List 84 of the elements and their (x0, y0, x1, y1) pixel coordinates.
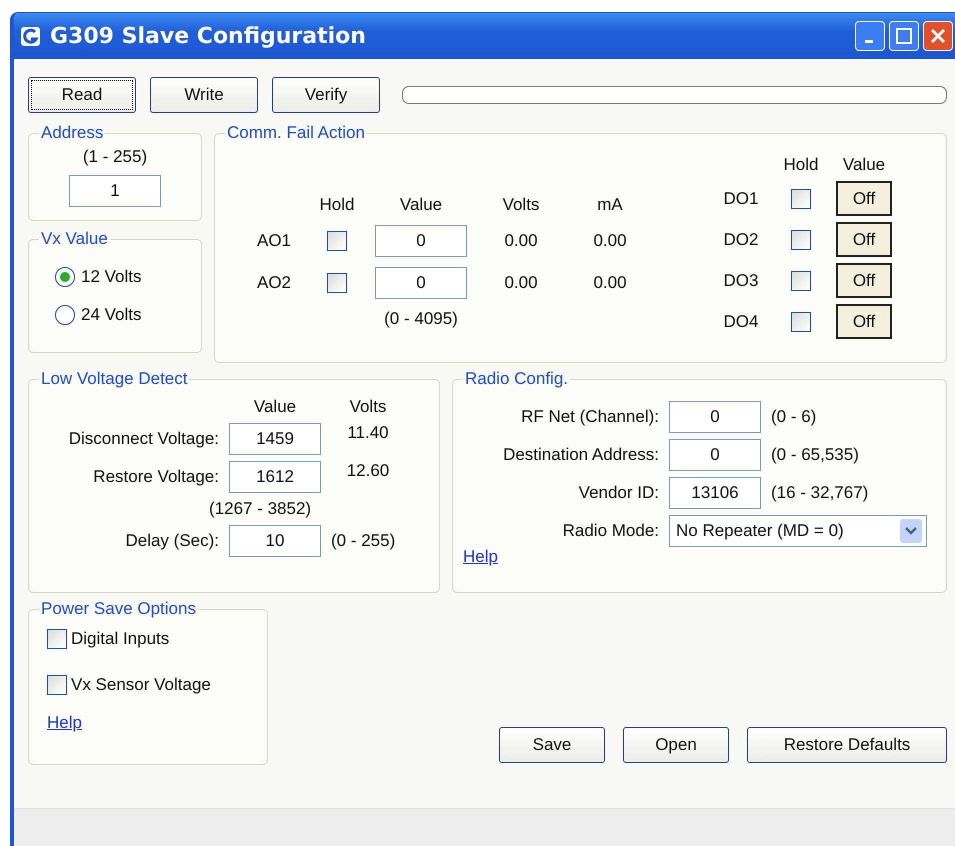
checkbox[interactable] (47, 675, 67, 695)
radio-mode-dropdown[interactable]: No Repeater (MD = 0) (669, 515, 927, 547)
field-label: Delay (Sec): (125, 531, 219, 551)
checkbox[interactable] (791, 230, 811, 250)
range-label: (16 - 32,767) (771, 483, 870, 503)
group-title: Comm. Fail Action (226, 123, 366, 143)
checkbox[interactable] (791, 188, 811, 208)
field-label: Destination Address: (503, 445, 659, 465)
ma-value: 0.00 (593, 231, 627, 251)
column-header: Value (400, 195, 442, 215)
help-link[interactable]: Help (463, 547, 498, 567)
row-label: AO1 (256, 231, 292, 251)
range-label: (0 - 6) (771, 407, 818, 427)
range-label: (1267 - 3852) (209, 499, 312, 519)
value-field[interactable]: 0 (375, 267, 467, 299)
toggle-button[interactable]: Off (836, 304, 892, 339)
help-link[interactable]: Help (47, 713, 82, 733)
field-label: Restore Voltage: (93, 467, 219, 487)
column-header: Value (252, 397, 298, 417)
range-label: (0 - 4095) (384, 309, 458, 329)
value-field[interactable]: 0 (669, 401, 761, 433)
maximize-icon (896, 28, 912, 44)
value-field[interactable]: 1459 (229, 423, 321, 455)
row-label: DO3 (724, 270, 758, 290)
volts-value: 12.60 (346, 461, 390, 481)
app-icon (20, 25, 42, 47)
group-title: Address (40, 123, 104, 143)
column-header: mA (597, 195, 623, 215)
field-label: Disconnect Voltage: (68, 429, 219, 449)
radio-button[interactable] (55, 305, 75, 325)
option-label: Vx Sensor Voltage (71, 675, 211, 695)
group-title: Radio Config. (464, 369, 570, 389)
group-title: Power Save Options (40, 599, 197, 619)
column-header: Hold (784, 155, 818, 175)
volts-value: 0.00 (504, 273, 538, 293)
checkbox[interactable] (791, 270, 811, 290)
toolbar-button[interactable]: Write (150, 77, 258, 113)
row-label: DO4 (724, 312, 758, 332)
volts-value: 11.40 (347, 423, 389, 443)
value-field[interactable]: 0 (375, 225, 467, 257)
toggle-button[interactable]: Off (836, 222, 892, 257)
footer-button[interactable]: Open (623, 727, 729, 763)
option-label: 24 Volts (81, 305, 142, 325)
toggle-button[interactable]: Off (836, 181, 892, 216)
value-field[interactable]: 13106 (669, 477, 761, 509)
range-label: (1 - 255) (82, 147, 148, 167)
range-label: (0 - 255) (331, 531, 396, 551)
radio-button[interactable] (55, 267, 75, 287)
option-label: 12 Volts (81, 267, 142, 287)
address-field[interactable]: 1 (69, 175, 161, 207)
minimize-button[interactable] (855, 21, 885, 51)
volts-value: 0.00 (504, 231, 538, 251)
column-header: Hold (320, 195, 354, 215)
toolbar-button[interactable]: Verify (272, 77, 380, 113)
toggle-button[interactable]: Off (836, 263, 892, 298)
footer-button[interactable]: Save (499, 727, 605, 763)
field-label: Radio Mode: (562, 521, 659, 541)
column-header: Volts (502, 195, 540, 215)
close-button[interactable] (923, 21, 953, 51)
footer-button[interactable]: Restore Defaults (747, 727, 947, 763)
group-title: Low Voltage Detect (40, 369, 188, 389)
row-label: DO2 (724, 230, 758, 250)
checkbox[interactable] (327, 273, 347, 293)
minimize-icon (864, 40, 872, 42)
row-label: AO2 (256, 273, 292, 293)
column-header: Volts (348, 397, 388, 417)
field-label: RF Net (Channel): (521, 407, 659, 427)
close-icon (930, 28, 946, 44)
value-field[interactable]: 1612 (229, 461, 321, 493)
row-label: DO1 (724, 188, 758, 208)
group-title: Vx Value (40, 229, 109, 249)
checkbox[interactable] (791, 312, 811, 332)
delay-field[interactable]: 10 (229, 525, 321, 557)
window-title: G309 Slave Configuration (50, 24, 367, 48)
checkbox[interactable] (327, 231, 347, 251)
checkbox[interactable] (47, 629, 67, 649)
ma-value: 0.00 (593, 273, 627, 293)
value-field[interactable]: 0 (669, 439, 761, 471)
range-label: (0 - 65,535) (771, 445, 860, 465)
maximize-button[interactable] (889, 21, 919, 51)
option-label: Digital Inputs (71, 629, 170, 649)
toolbar-button[interactable]: Read (28, 77, 136, 113)
column-header: Value (842, 155, 886, 175)
field-label: Vendor ID: (578, 483, 659, 503)
